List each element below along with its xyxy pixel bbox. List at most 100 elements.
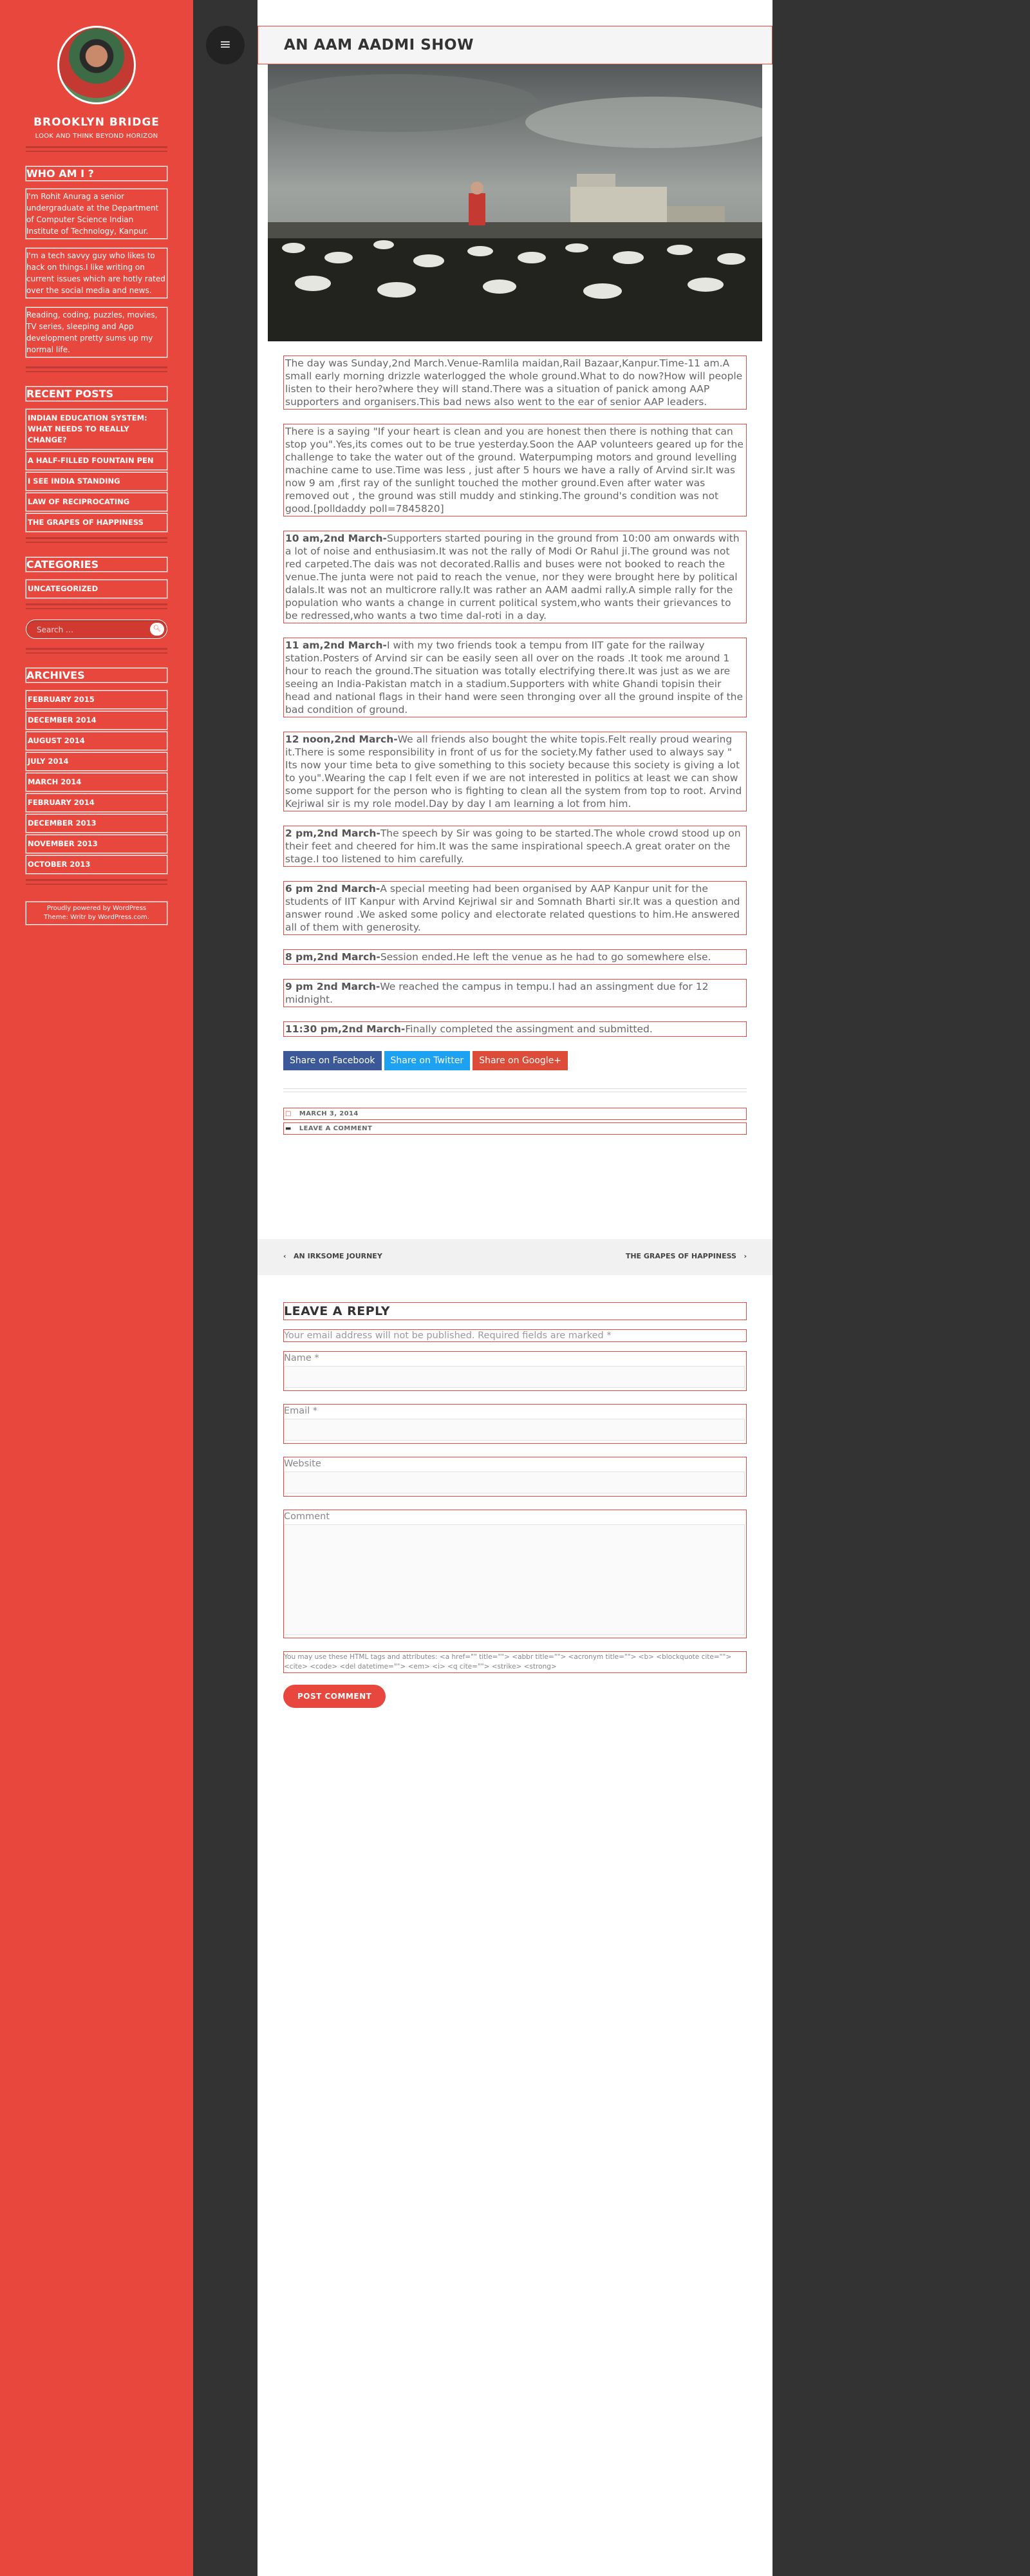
- next-post-title: THE GRAPES OF HAPPINESS: [625, 1252, 736, 1260]
- divider: [26, 608, 167, 609]
- divider: [26, 371, 167, 372]
- widget-title-archives: ARCHIVES: [26, 668, 167, 683]
- about-paragraph: I'm Rohit Anurag a senior undergraduate …: [26, 189, 167, 239]
- avatar[interactable]: [57, 26, 136, 104]
- post-paragraph: 12 noon,2nd March-We all friends also bo…: [283, 732, 747, 811]
- email-field-group: Email *: [283, 1404, 747, 1444]
- website-field-group: Website: [283, 1457, 747, 1497]
- site-description: LOOK AND THINK BEYOND HORIZON: [35, 133, 158, 140]
- sidebar: BROOKLYN BRIDGE LOOK AND THINK BEYOND HO…: [0, 0, 193, 2576]
- comment-field-group: Comment: [283, 1510, 747, 1638]
- share-twitter-button[interactable]: Share on Twitter: [384, 1051, 471, 1070]
- post-navigation: ‹ AN IRKSOME JOURNEY THE GRAPES OF HAPPI…: [258, 1239, 772, 1275]
- comment-form: LEAVE A REPLY Your email address will no…: [283, 1302, 747, 1708]
- paragraph-time-lead: 8 pm,2nd March-: [285, 951, 380, 963]
- post-paragraph: 2 pm,2nd March-The speech by Sir was goi…: [283, 826, 747, 867]
- leave-comment-link[interactable]: ▬ LEAVE A COMMENT: [283, 1122, 747, 1135]
- post-title[interactable]: AN AAM AADMI SHOW: [258, 26, 772, 64]
- footer-credit: Proudly powered by WordPress Theme: Writ…: [26, 902, 167, 925]
- chevron-left-icon: ‹: [283, 1252, 286, 1260]
- archive-link[interactable]: DECEMBER 2013: [26, 814, 167, 833]
- divider: [26, 366, 167, 368]
- site-title[interactable]: BROOKLYN BRIDGE: [26, 116, 167, 129]
- share-buttons: Share on Facebook Share on Twitter Share o…: [283, 1051, 747, 1070]
- rally-crowd-photo: [268, 64, 762, 341]
- paragraph-time-lead: 6 pm 2nd March-: [285, 883, 380, 895]
- next-post-link[interactable]: THE GRAPES OF HAPPINESS ›: [626, 1252, 747, 1260]
- powered-by-link[interactable]: Proudly powered by WordPress: [26, 904, 167, 913]
- post-date[interactable]: □ MARCH 3, 2014: [283, 1108, 747, 1120]
- paragraph-time-lead: 11:30 pm,2nd March-: [285, 1023, 406, 1035]
- name-label: Name *: [284, 1353, 319, 1363]
- sidebar-toggle-button[interactable]: ≡: [206, 26, 245, 64]
- archives-list: FEBRUARY 2015 DECEMBER 2014 AUGUST 2014 …: [26, 690, 167, 874]
- archive-link[interactable]: OCTOBER 2013: [26, 855, 167, 874]
- previous-post-link[interactable]: ‹ AN IRKSOME JOURNEY: [283, 1252, 382, 1260]
- post-paragraph: 11 am,2nd March-I with my two friends to…: [283, 638, 747, 717]
- about-widget: I'm Rohit Anurag a senior undergraduate …: [26, 189, 167, 357]
- calendar-icon: □: [285, 1110, 292, 1117]
- comment-textarea[interactable]: [284, 1524, 745, 1635]
- archive-link[interactable]: DECEMBER 2014: [26, 711, 167, 730]
- widget-title-about: WHO AM I ?: [26, 166, 167, 181]
- leave-comment-text: LEAVE A COMMENT: [299, 1125, 373, 1132]
- archive-link[interactable]: NOVEMBER 2013: [26, 835, 167, 853]
- category-link[interactable]: UNCATEGORIZED: [26, 580, 167, 598]
- about-paragraph: Reading, coding, puzzles, movies, TV ser…: [26, 307, 167, 357]
- archive-link[interactable]: JULY 2014: [26, 752, 167, 771]
- post-entry: The day was Sunday,2nd March.Venue-Ramli…: [283, 355, 747, 1137]
- recent-post-link[interactable]: LAW OF RECIPROCATING: [26, 493, 167, 511]
- comment-icon: ▬: [285, 1125, 292, 1132]
- recent-post-link[interactable]: I SEE INDIA STANDING: [26, 472, 167, 491]
- recent-post-link[interactable]: THE GRAPES OF HAPPINESS: [26, 513, 167, 532]
- main-content: AN AAM AADMI SHOW The day was Sunday,2nd…: [258, 0, 772, 2576]
- divider: [26, 537, 167, 539]
- recent-post-link[interactable]: INDIAN EDUCATION SYSTEM: WHAT NEEDS TO R…: [26, 409, 167, 450]
- website-input[interactable]: [284, 1472, 745, 1493]
- recent-post-link[interactable]: A HALF-FILLED FOUNTAIN PEN: [26, 451, 167, 470]
- post-paragraph: 11:30 pm,2nd March-Finally completed the…: [283, 1021, 747, 1037]
- search-icon[interactable]: 🔍︎: [150, 623, 164, 636]
- paragraph-text: Finally completed the assingment and sub…: [405, 1023, 653, 1035]
- archive-link[interactable]: AUGUST 2014: [26, 732, 167, 750]
- chevron-right-icon: ›: [744, 1252, 747, 1260]
- website-label: Website: [284, 1459, 321, 1469]
- divider: [26, 879, 167, 881]
- previous-post-title: AN IRKSOME JOURNEY: [294, 1252, 382, 1260]
- email-input[interactable]: [284, 1419, 745, 1441]
- recent-posts-list: INDIAN EDUCATION SYSTEM: WHAT NEEDS TO R…: [26, 409, 167, 532]
- search-input[interactable]: [35, 623, 135, 636]
- theme-credit-link[interactable]: Theme: Writr by WordPress.com.: [26, 913, 167, 922]
- post-date-text: MARCH 3, 2014: [299, 1110, 359, 1117]
- post-paragraph: 8 pm,2nd March-Session ended.He left the…: [283, 949, 747, 965]
- divider: [26, 542, 167, 543]
- archive-link[interactable]: FEBRUARY 2014: [26, 793, 167, 812]
- name-input[interactable]: [284, 1366, 745, 1388]
- about-paragraph: I'm a tech savvy guy who likes to hack o…: [26, 248, 167, 298]
- post-title-bar: AN AAM AADMI SHOW: [258, 26, 772, 64]
- archive-link[interactable]: FEBRUARY 2015: [26, 690, 167, 709]
- search-form: 🔍︎: [26, 620, 167, 639]
- allowed-tags-note: You may use these HTML tags and attribut…: [283, 1651, 747, 1673]
- paragraph-text: Session ended.He left the venue as he ha…: [380, 951, 711, 963]
- paragraph-time-lead: 11 am,2nd March-: [285, 639, 387, 651]
- post-paragraph: There is a saying "If your heart is clea…: [283, 424, 747, 516]
- featured-image: [268, 64, 762, 341]
- widget-title-recent-posts: RECENT POSTS: [26, 386, 167, 401]
- archive-link[interactable]: MARCH 2014: [26, 773, 167, 791]
- divider: [26, 652, 167, 654]
- post-comment-button[interactable]: POST COMMENT: [283, 1685, 386, 1708]
- paragraph-time-lead: 10 am,2nd March-: [285, 533, 387, 544]
- post-paragraph: 9 pm 2nd March-We reached the campus in …: [283, 979, 747, 1007]
- email-label: Email *: [284, 1406, 318, 1416]
- share-facebook-button[interactable]: Share on Facebook: [283, 1051, 382, 1070]
- post-paragraph: 10 am,2nd March-Supporters started pouri…: [283, 531, 747, 623]
- paragraph-text: Supporters started pouring in the ground…: [285, 533, 740, 621]
- comment-notes: Your email address will not be published…: [283, 1329, 747, 1342]
- paragraph-time-lead: 9 pm 2nd March-: [285, 981, 380, 992]
- divider: [283, 1088, 747, 1092]
- share-google-button[interactable]: Share on Google+: [473, 1051, 568, 1070]
- reply-title: LEAVE A REPLY: [283, 1302, 747, 1320]
- paragraph-text: There is a saying "If your heart is clea…: [285, 426, 744, 515]
- divider: [26, 151, 167, 152]
